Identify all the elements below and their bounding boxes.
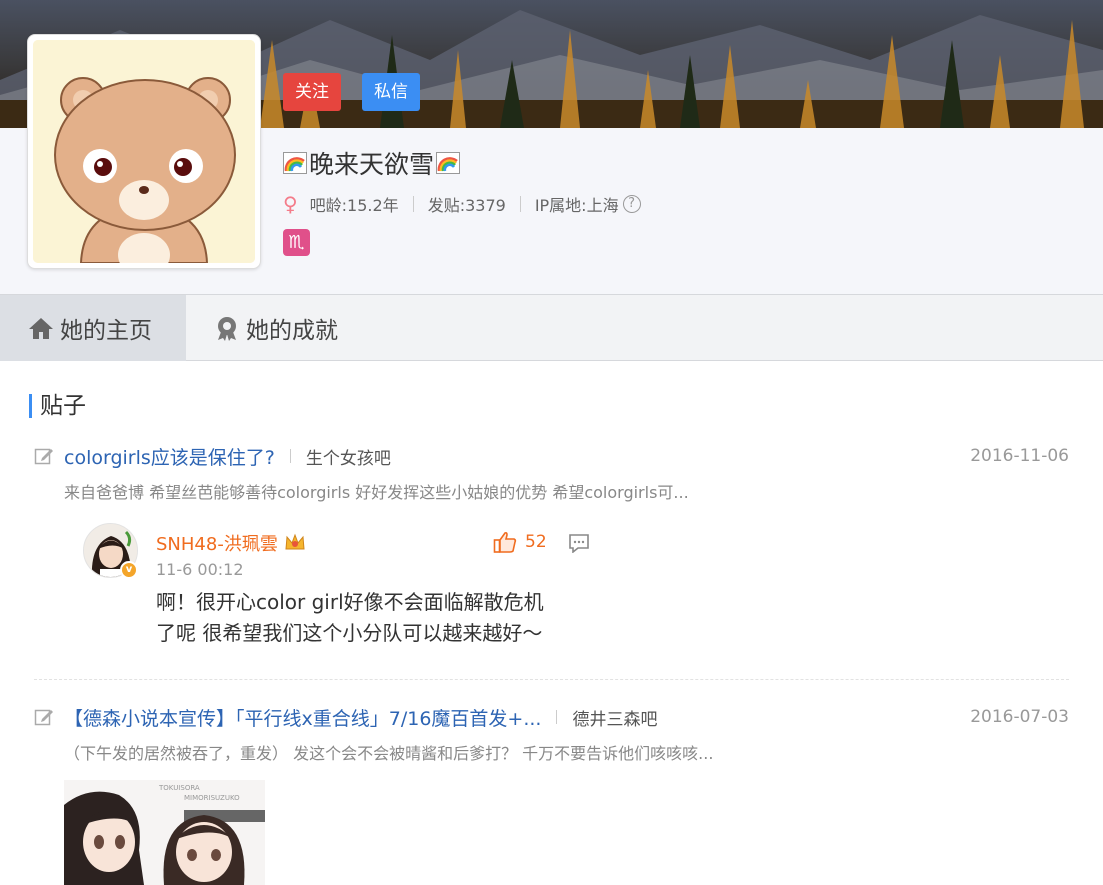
post-thumbnail-image[interactable]: TOKUISORA MIMORISUZUKO xyxy=(64,780,265,885)
post-date: 2016-11-06 xyxy=(970,446,1069,466)
reply-author: SNH48-洪珮雲 xyxy=(156,530,306,556)
tab-her-homepage[interactable]: 她的主页 xyxy=(0,295,186,361)
home-icon xyxy=(29,318,53,339)
post-forum-link[interactable]: 生个女孩吧 xyxy=(306,444,391,469)
thumbs-up-icon xyxy=(493,531,517,553)
post-excerpt: （下午发的居然被吞了，重发） 发这个会不会被晴酱和后爹打？ 千万不要告诉他们咳咳… xyxy=(64,744,714,763)
bear-avatar-image xyxy=(33,40,255,263)
post-item: colorgirls应该是保住了? 生个女孩吧 2016-11-06 来自爸爸博… xyxy=(34,443,1069,503)
reply-text: 啊！很开心color girl好像不会面临解散危机 了呢 很希望我们这个小分队可… xyxy=(156,587,596,649)
post-item: 【德森小说本宣传】「平行线x重合线」7/16魔百首发+... 德井三森吧 201… xyxy=(34,704,1069,764)
verified-badge-icon: v xyxy=(120,561,138,579)
rainbow-icon xyxy=(436,152,461,174)
female-icon: ♀ xyxy=(283,192,298,216)
like-count: 52 xyxy=(525,532,547,552)
username-text: 晚来天欲雪 xyxy=(309,150,435,179)
ip-location: IP属地:上海 xyxy=(534,196,619,215)
help-icon[interactable]: ? xyxy=(622,195,641,213)
reply-time: 11-6 00:12 xyxy=(156,560,244,579)
tab-label: 她的成就 xyxy=(246,318,338,344)
follow-button[interactable]: 关注 xyxy=(283,73,341,111)
thumb-caption: TOKUISORA xyxy=(158,784,200,792)
tab-label: 她的主页 xyxy=(60,318,152,344)
post-title-link[interactable]: colorgirls应该是保住了? xyxy=(64,443,275,470)
zodiac-scorpio-badge[interactable]: ♏ xyxy=(283,229,310,256)
profile-meta: ♀ 吧龄:15.2年 发贴:3379 IP属地:上海 ? xyxy=(283,192,641,216)
crown-icon xyxy=(285,533,305,550)
post-divider xyxy=(34,679,1069,680)
post-title-link[interactable]: 【德森小说本宣传】「平行线x重合线」7/16魔百首发+... xyxy=(64,704,541,731)
section-title-posts: 贴子 xyxy=(29,394,86,418)
reply-text-line: 了呢 很希望我们这个小分队可以越来越好～ xyxy=(156,621,543,645)
divider xyxy=(412,196,414,212)
medal-icon xyxy=(218,317,236,341)
post-count: 发贴:3379 xyxy=(427,196,506,215)
user-avatar[interactable] xyxy=(27,34,261,269)
profile-tabs: 她的主页 她的成就 xyxy=(0,294,1103,361)
reply-text-line: 啊！很开心color girl好像不会面临解散危机 xyxy=(156,590,544,614)
like-button[interactable]: 52 xyxy=(493,531,547,553)
post-excerpt: 来自爸爸博 希望丝芭能够善待colorgirls 好好发挥这些小姑娘的优势 希望… xyxy=(64,483,689,502)
bar-age: 吧龄:15.2年 xyxy=(309,196,399,215)
rainbow-icon xyxy=(283,152,307,174)
post-date: 2016-07-03 xyxy=(970,707,1069,727)
divider xyxy=(289,449,291,463)
message-button[interactable]: 私信 xyxy=(362,73,420,111)
edit-icon xyxy=(34,709,53,726)
tab-her-achievements[interactable]: 她的成就 xyxy=(186,295,366,361)
divider xyxy=(519,196,521,212)
comment-icon[interactable] xyxy=(568,533,590,553)
post-forum-link[interactable]: 德井三森吧 xyxy=(572,705,657,730)
divider xyxy=(556,710,558,724)
reply-author-name[interactable]: SNH48-洪珮雲 xyxy=(156,530,278,556)
username: 晚来天欲雪 xyxy=(283,145,461,181)
thumb-caption: MIMORISUZUKO xyxy=(184,794,240,802)
edit-icon xyxy=(34,448,53,465)
